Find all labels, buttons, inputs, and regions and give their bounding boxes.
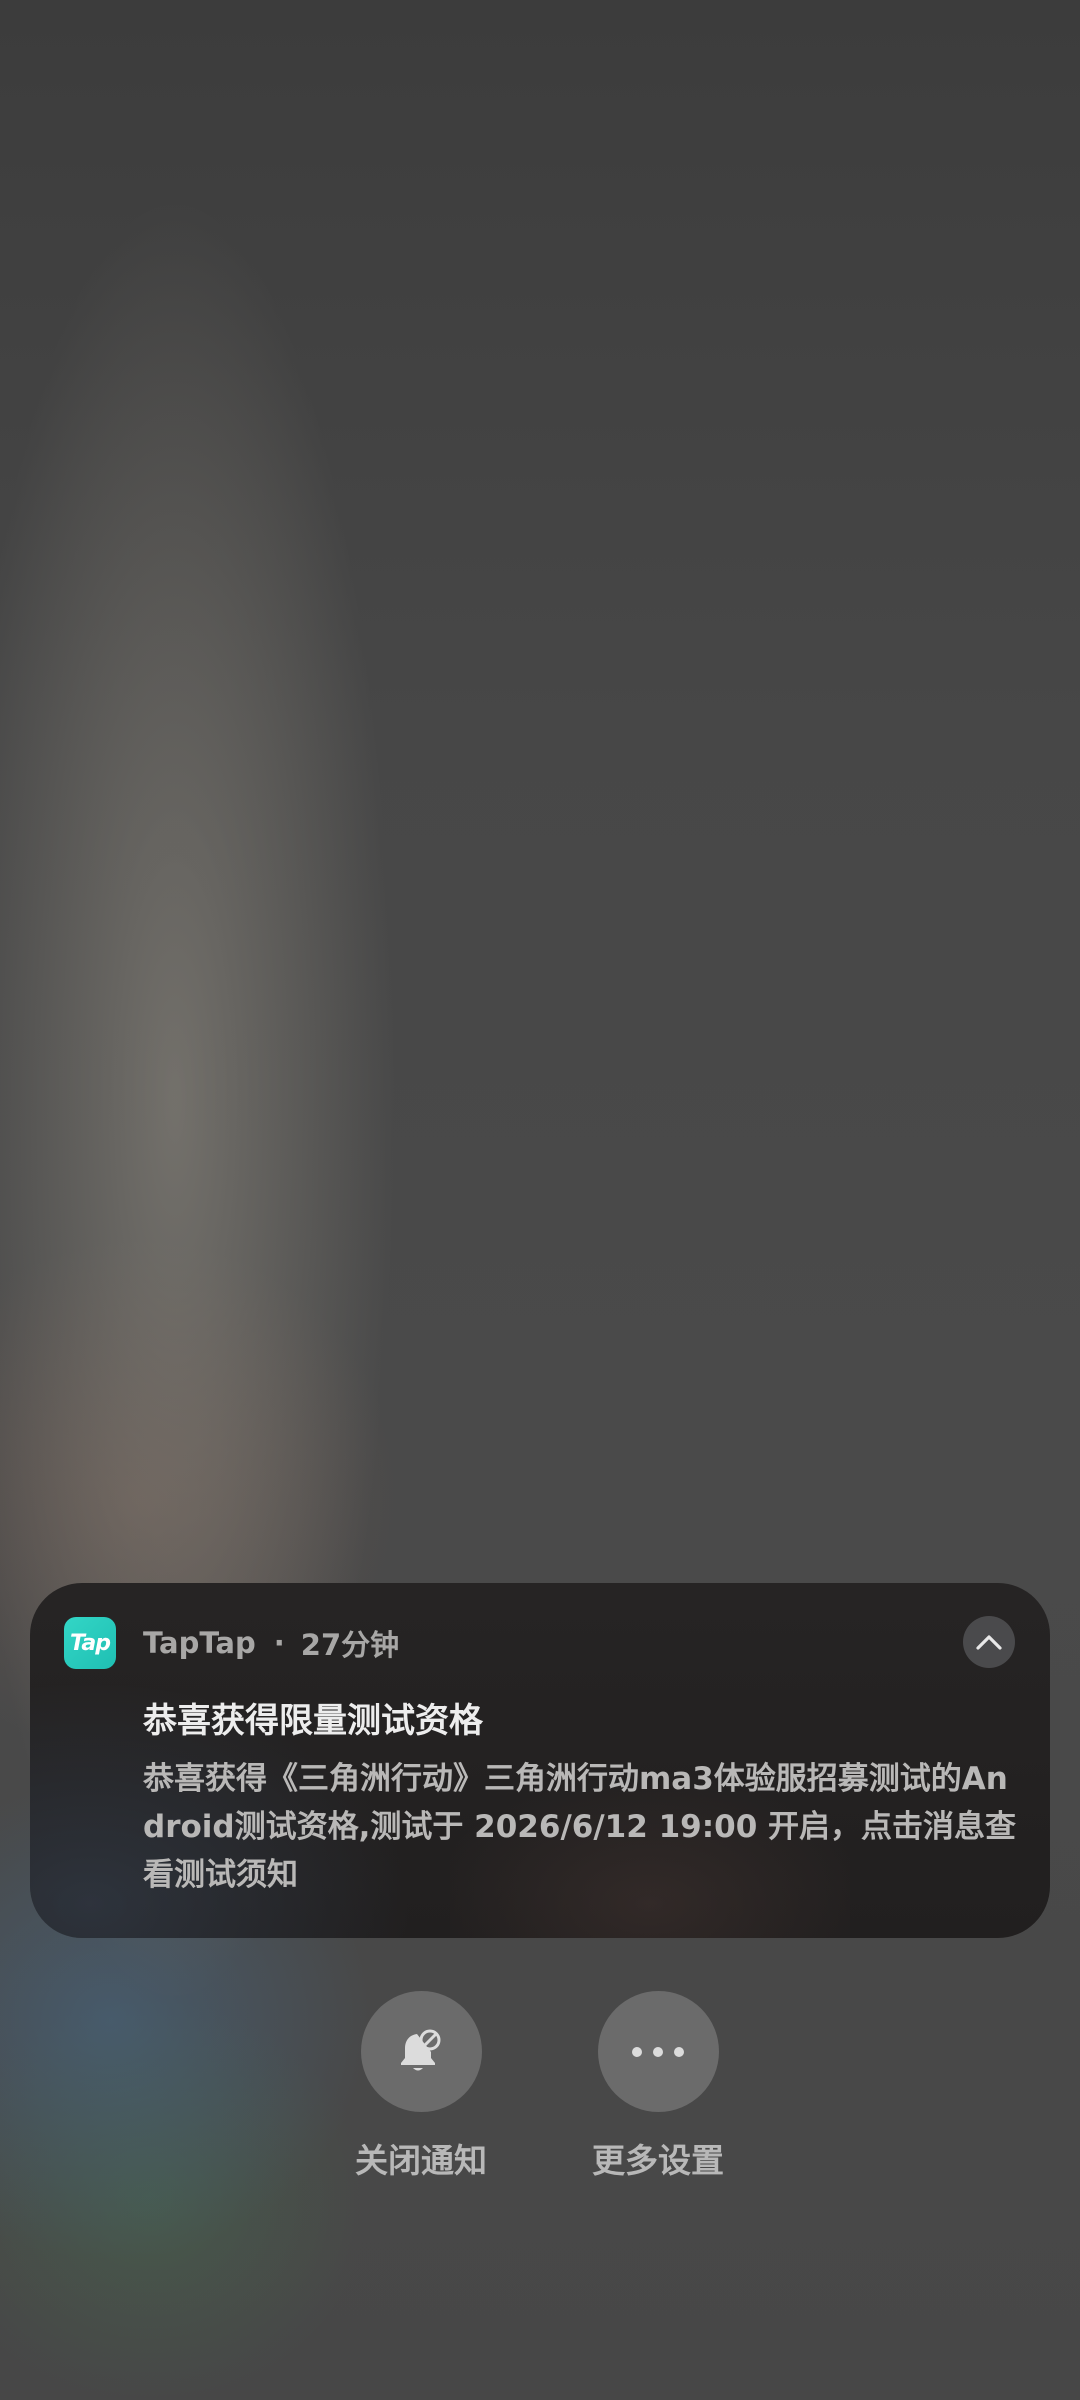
close-notification-label: 关闭通知 — [355, 2141, 487, 2180]
notification-actions: 关闭通知 更多设置 — [0, 1991, 1080, 2191]
more-settings-circle[interactable] — [597, 1991, 719, 2112]
notification-body: 恭喜获得《三角洲行动》三角洲行动ma3体验服招募测试的Android测试资格,测… — [143, 1761, 1017, 1893]
chevron-up-icon — [976, 1635, 1002, 1650]
notification-card[interactable]: Tap TapTap · 27分钟 恭喜获得限量测试资格 恭喜获得《三角洲行动》… — [30, 1583, 1050, 1938]
app-name: TapTap — [143, 1626, 256, 1660]
more-dots-icon — [632, 2046, 684, 2057]
more-settings-button[interactable]: 更多设置 — [568, 1991, 748, 2182]
notification-title: 恭喜获得限量测试资格 — [143, 1701, 483, 1741]
close-notification-circle[interactable] — [360, 1991, 482, 2112]
more-settings-label: 更多设置 — [592, 2141, 724, 2180]
taptap-app-icon: Tap — [64, 1617, 116, 1669]
notification-time: 27分钟 — [300, 1628, 400, 1662]
app-icon-text: Tap — [70, 1630, 111, 1656]
collapse-button[interactable] — [963, 1616, 1015, 1668]
close-notification-button[interactable]: 关闭通知 — [331, 1991, 511, 2182]
header-separator: · — [273, 1626, 285, 1660]
bell-off-icon — [401, 2029, 441, 2070]
notification-header: TapTap · 27分钟 — [143, 1621, 399, 1665]
